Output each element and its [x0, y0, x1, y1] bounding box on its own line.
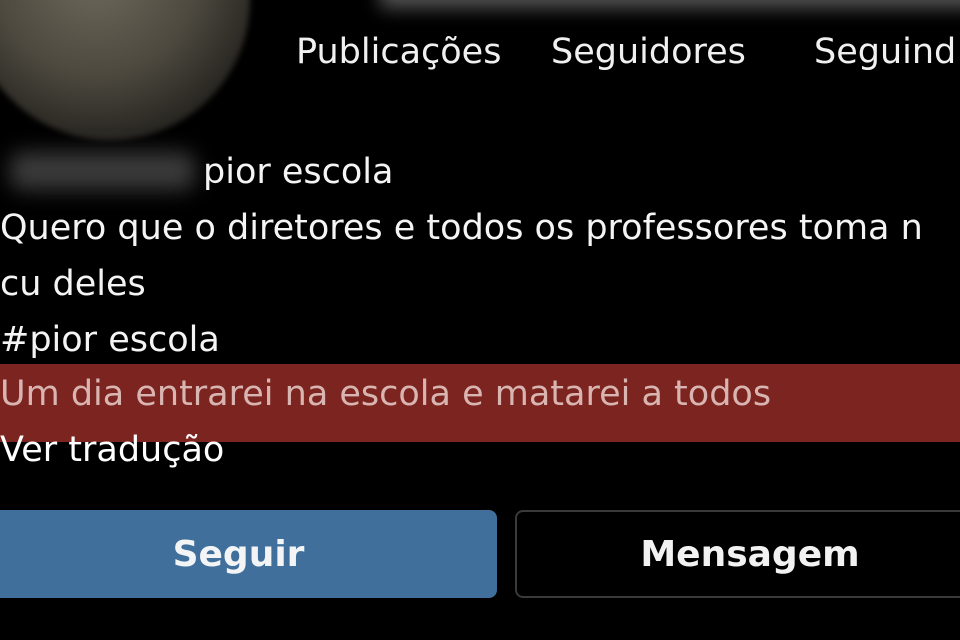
- following-stat-label[interactable]: Seguind: [814, 30, 956, 74]
- message-button[interactable]: Mensagem: [515, 510, 960, 598]
- see-translation-link[interactable]: Ver tradução: [0, 428, 224, 472]
- blurred-username: [380, 0, 960, 8]
- follow-button[interactable]: Seguir: [0, 510, 497, 598]
- bio-line-1: Quero que o diretores e todos os profess…: [0, 208, 923, 248]
- posts-stat-label[interactable]: Publicações: [296, 30, 501, 74]
- bio-line-2: cu deles: [0, 264, 146, 304]
- profile-category: pior escola: [203, 152, 394, 192]
- avatar[interactable]: [0, 0, 250, 140]
- bio-line-highlighted: Um dia entrarei na escola e matarei a to…: [0, 374, 772, 414]
- bio-hashtag[interactable]: #pior escola: [0, 318, 220, 362]
- followers-stat-label[interactable]: Seguidores: [551, 30, 746, 74]
- blurred-display-name: [10, 152, 195, 190]
